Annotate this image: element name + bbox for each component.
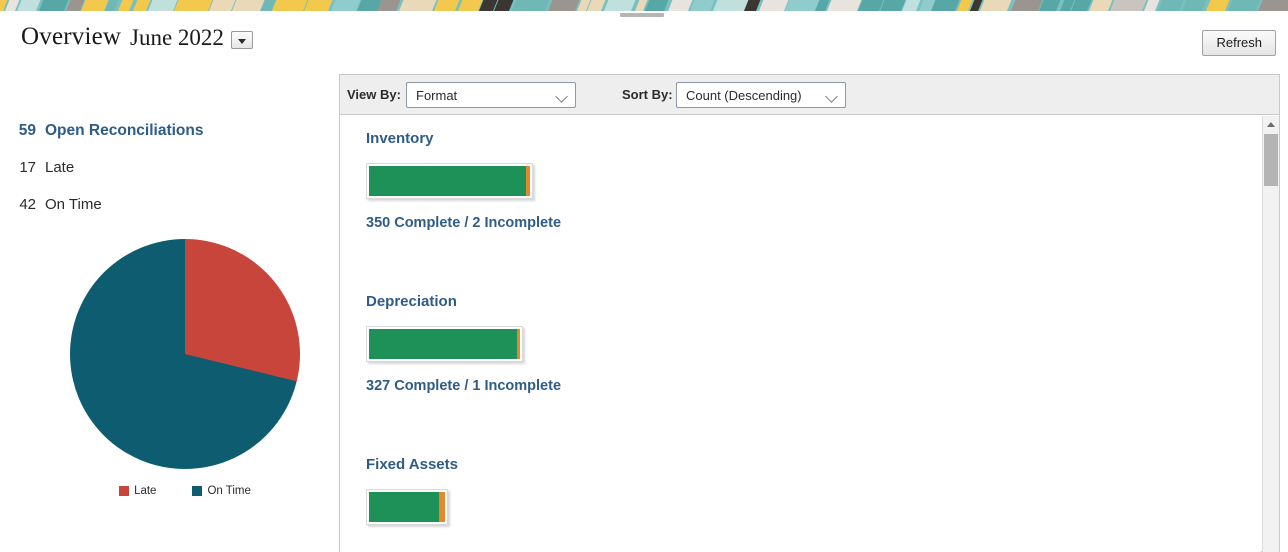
pie-slices: [70, 239, 300, 469]
item-caption: 327 Complete / 1 Incomplete: [366, 378, 562, 394]
progress-segment-complete: [369, 492, 439, 522]
legend-item-on-time[interactable]: On Time: [192, 482, 251, 500]
chevron-down-icon: [555, 90, 568, 103]
stat-open-count: 59: [18, 122, 36, 139]
progress-bar[interactable]: [366, 163, 533, 199]
scrollbar-thumb[interactable]: [1264, 134, 1278, 186]
progress-bar-track: [369, 492, 445, 522]
overview-dashboard: Overview June 2022 Refresh 59 Open Reconc…: [0, 0, 1288, 552]
legend-item-late[interactable]: Late: [119, 482, 156, 500]
banner-stroke: [1255, 0, 1288, 11]
progress-bar[interactable]: [366, 489, 448, 525]
page-title: Overview: [21, 23, 122, 50]
item-title[interactable]: Depreciation: [366, 293, 1226, 310]
banner-stroke: [396, 0, 439, 11]
panel-drag-handle[interactable]: [620, 13, 664, 17]
reconciliation-pie-chart[interactable]: [70, 239, 300, 469]
list-toolbar: View By: Format Sort By: Count (Descendi…: [340, 75, 1279, 115]
vertical-scrollbar[interactable]: [1262, 116, 1279, 552]
refresh-button[interactable]: Refresh: [1202, 30, 1276, 56]
pie-legend: Late On Time: [70, 482, 300, 500]
progress-segment-incomplete: [517, 329, 520, 359]
reconciliations-panel: View By: Format Sort By: Count (Descendi…: [339, 74, 1280, 552]
stat-on-time[interactable]: 42 On Time: [0, 196, 300, 213]
sort-by-select[interactable]: Count (Descending): [676, 82, 846, 108]
stat-on-time-label: On Time: [45, 196, 102, 213]
stat-open-reconciliations[interactable]: 59 Open Reconciliations: [0, 122, 300, 140]
legend-label-on-time: On Time: [207, 485, 251, 497]
page-header: Overview June 2022 Refresh: [0, 20, 1288, 68]
stat-late[interactable]: 17 Late: [0, 159, 300, 176]
progress-bar-track: [369, 166, 530, 196]
progress-bar-track: [369, 329, 520, 359]
chevron-down-icon: [825, 90, 838, 103]
reconciliation-list: Inventory 350 Complete / 2 Incomplete Depr…: [340, 116, 1261, 552]
period-label: June 2022: [130, 25, 224, 50]
item-title[interactable]: Fixed Assets: [366, 456, 1226, 473]
progress-segment-complete: [369, 329, 517, 359]
legend-swatch-on-time-icon: [192, 486, 203, 496]
legend-swatch-late-icon: [119, 486, 130, 496]
reconciliation-item[interactable]: Depreciation 327 Complete / 1 Incomplete: [366, 293, 1226, 394]
progress-segment-incomplete: [526, 166, 530, 196]
sort-by-value: Count (Descending): [686, 88, 802, 103]
banner-stroke: [601, 0, 638, 11]
view-by-value: Format: [416, 88, 458, 103]
banner-stroke: [977, 0, 1014, 11]
banner-stroke: [1225, 0, 1263, 11]
summary-panel: 59 Open Reconciliations 17 Late 42 On Time …: [0, 112, 332, 552]
banner-stroke: [509, 0, 552, 11]
progress-bar[interactable]: [366, 326, 523, 362]
banner-stroke: [1107, 0, 1149, 11]
legend-label-late: Late: [134, 485, 157, 497]
progress-segment-incomplete: [439, 492, 445, 522]
scroll-up-arrow-icon[interactable]: [1263, 116, 1279, 132]
item-title[interactable]: Inventory: [366, 130, 1226, 147]
stat-on-time-count: 42: [19, 196, 36, 213]
period-dropdown-button[interactable]: [231, 31, 253, 49]
stat-open-label: Open Reconciliations: [45, 122, 204, 139]
progress-segment-complete: [369, 166, 526, 196]
view-by-label: View By:: [347, 87, 401, 102]
banner-stroke: [1179, 0, 1209, 11]
stat-late-label: Late: [45, 159, 75, 176]
stat-late-count: 17: [19, 159, 36, 176]
item-caption: 350 Complete / 2 Incomplete: [366, 215, 562, 231]
view-by-select[interactable]: Format: [406, 82, 576, 108]
reconciliation-item[interactable]: Inventory 350 Complete / 2 Incomplete: [366, 130, 1226, 231]
reconciliation-item[interactable]: Fixed Assets: [366, 456, 1226, 527]
decorative-banner: [0, 0, 1288, 11]
sort-by-label: Sort By:: [622, 87, 673, 102]
banner-stroke: [1155, 0, 1186, 11]
